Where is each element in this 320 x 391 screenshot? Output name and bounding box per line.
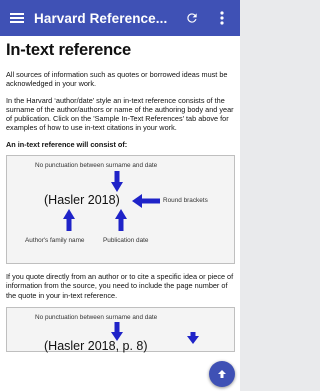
more-options-button[interactable] bbox=[207, 0, 237, 36]
intro-paragraph: All sources of information such as quote… bbox=[6, 70, 228, 89]
up-arrow-icon bbox=[63, 209, 75, 232]
no-punctuation-note: No punctuation between surname and date bbox=[35, 313, 158, 321]
publication-date-note: Publication date bbox=[103, 237, 149, 245]
more-vert-icon bbox=[220, 11, 224, 25]
refresh-button[interactable] bbox=[177, 0, 207, 36]
up-arrow-icon bbox=[218, 370, 226, 378]
scroll-to-top-button[interactable] bbox=[209, 361, 235, 387]
page-number-diagram: No punctuation between surname and date … bbox=[6, 306, 235, 353]
left-arrow-icon bbox=[132, 194, 160, 209]
in-text-reference-diagram: No punctuation between surname and date … bbox=[6, 155, 235, 265]
citation-example: (Hasler 2018) bbox=[44, 193, 120, 208]
citation-page-example: (Hasler 2018, p. 8) bbox=[44, 338, 148, 353]
app-bar: Harvard Reference... bbox=[0, 0, 240, 36]
up-arrow-icon bbox=[115, 209, 127, 232]
menu-button[interactable] bbox=[2, 0, 32, 36]
consists-of-heading: An in-text reference will consist of: bbox=[6, 139, 128, 149]
app-title: Harvard Reference... bbox=[34, 10, 168, 26]
refresh-icon bbox=[187, 13, 197, 23]
page-number-paragraph: If you quote directly from an author or … bbox=[6, 272, 234, 300]
author-name-note: Author's family name bbox=[25, 237, 85, 245]
round-brackets-note: Round brackets bbox=[163, 197, 208, 205]
menu-icon bbox=[10, 13, 24, 23]
no-punctuation-note: No punctuation between surname and date bbox=[35, 162, 158, 170]
down-arrow-icon bbox=[187, 331, 199, 344]
harvard-style-paragraph: In the Harvard ‘author/date’ style an in… bbox=[6, 95, 234, 133]
down-arrow-icon bbox=[111, 171, 123, 193]
page-title: In-text reference bbox=[6, 41, 131, 59]
page-content[interactable]: In-text reference All sources of informa… bbox=[0, 36, 240, 391]
